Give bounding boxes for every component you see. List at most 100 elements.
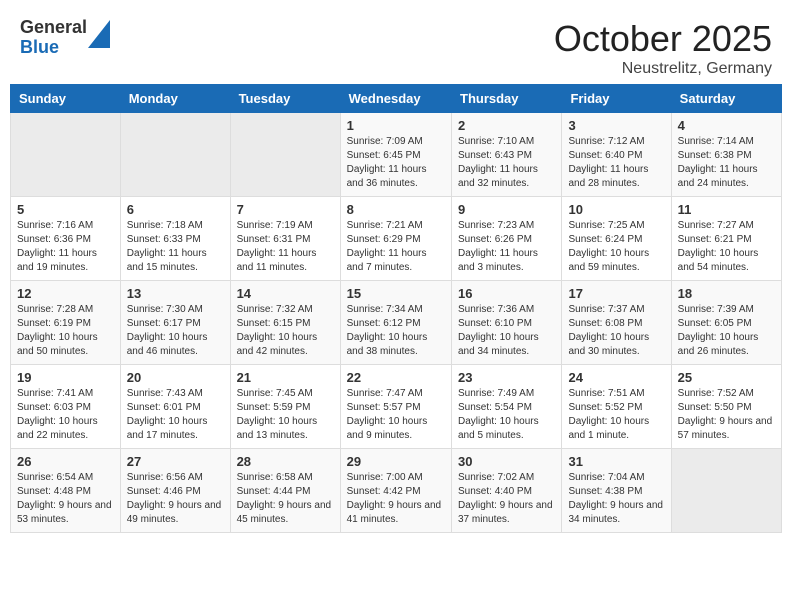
day-number: 5 bbox=[17, 202, 114, 217]
day-number: 26 bbox=[17, 454, 114, 469]
day-number: 24 bbox=[568, 370, 664, 385]
day-number: 11 bbox=[678, 202, 775, 217]
day-info: Sunrise: 7:25 AMSunset: 6:24 PMDaylight:… bbox=[568, 219, 664, 275]
day-info: Sunrise: 7:32 AMSunset: 6:15 PMDaylight:… bbox=[237, 303, 334, 359]
calendar-day-cell: 19 Sunrise: 7:41 AMSunset: 6:03 PMDayligh… bbox=[11, 365, 121, 449]
day-info: Sunrise: 7:45 AMSunset: 5:59 PMDaylight:… bbox=[237, 387, 334, 443]
day-number: 19 bbox=[17, 370, 114, 385]
day-info: Sunrise: 7:28 AMSunset: 6:19 PMDaylight:… bbox=[17, 303, 114, 359]
day-info: Sunrise: 7:18 AMSunset: 6:33 PMDaylight:… bbox=[127, 219, 224, 275]
day-info: Sunrise: 7:47 AMSunset: 5:57 PMDaylight:… bbox=[347, 387, 445, 443]
day-info: Sunrise: 7:00 AMSunset: 4:42 PMDaylight:… bbox=[347, 471, 445, 527]
day-number: 6 bbox=[127, 202, 224, 217]
day-info: Sunrise: 7:34 AMSunset: 6:12 PMDaylight:… bbox=[347, 303, 445, 359]
calendar-day-cell: 23Sunrise: 7:49 AMSunset: 5:54 PMDayligh… bbox=[452, 365, 562, 449]
day-info: Sunrise: 7:41 AMSunset: 6:03 PMDaylight:… bbox=[17, 387, 114, 443]
day-number: 7 bbox=[237, 202, 334, 217]
calendar-day-cell: 5Sunrise: 7:16 AMSunset: 6:36 PMDaylight… bbox=[11, 197, 121, 281]
day-number: 3 bbox=[568, 118, 664, 133]
day-number: 31 bbox=[568, 454, 664, 469]
calendar-day-cell: 12 Sunrise: 7:28 AMSunset: 6:19 PMDayligh… bbox=[11, 281, 121, 365]
calendar-week-row: 26Sunrise: 6:54 AMSunset: 4:48 PMDayligh… bbox=[11, 449, 782, 533]
day-info: Sunrise: 7:19 AMSunset: 6:31 PMDaylight:… bbox=[237, 219, 334, 275]
weekday-header: Saturday bbox=[671, 85, 781, 113]
day-number: 30 bbox=[458, 454, 555, 469]
calendar-day-cell: 21 Sunrise: 7:45 AMSunset: 5:59 PMDayligh… bbox=[230, 365, 340, 449]
calendar-day-cell: 20Sunrise: 7:43 AMSunset: 6:01 PMDayligh… bbox=[120, 365, 230, 449]
day-number: 14 bbox=[237, 286, 334, 301]
calendar-day-cell bbox=[11, 113, 121, 197]
day-info: Sunrise: 6:58 AMSunset: 4:44 PMDaylight:… bbox=[237, 471, 334, 527]
calendar-day-cell: 8 Sunrise: 7:21 AMSunset: 6:29 PMDaylight… bbox=[340, 197, 451, 281]
day-number: 16 bbox=[458, 286, 555, 301]
day-info: Sunrise: 7:27 AMSunset: 6:21 PMDaylight:… bbox=[678, 219, 775, 275]
weekday-header: Thursday bbox=[452, 85, 562, 113]
calendar-day-cell: 10 Sunrise: 7:25 AMSunset: 6:24 PMDayligh… bbox=[562, 197, 671, 281]
calendar-day-cell: 11 Sunrise: 7:27 AMSunset: 6:21 PMDayligh… bbox=[671, 197, 781, 281]
weekday-header: Tuesday bbox=[230, 85, 340, 113]
calendar-day-cell: 22 Sunrise: 7:47 AMSunset: 5:57 PMDayligh… bbox=[340, 365, 451, 449]
logo: General Blue bbox=[20, 18, 110, 58]
day-number: 4 bbox=[678, 118, 775, 133]
calendar-day-cell: 24 Sunrise: 7:51 AMSunset: 5:52 PMDayligh… bbox=[562, 365, 671, 449]
day-number: 10 bbox=[568, 202, 664, 217]
day-number: 2 bbox=[458, 118, 555, 133]
calendar-day-cell: 28 Sunrise: 6:58 AMSunset: 4:44 PMDayligh… bbox=[230, 449, 340, 533]
month-title: October 2025 bbox=[554, 18, 772, 60]
calendar-day-cell bbox=[230, 113, 340, 197]
calendar-day-cell: 26Sunrise: 6:54 AMSunset: 4:48 PMDayligh… bbox=[11, 449, 121, 533]
day-info: Sunrise: 7:51 AMSunset: 5:52 PMDaylight:… bbox=[568, 387, 664, 443]
calendar-day-cell: 29 Sunrise: 7:00 AMSunset: 4:42 PMDayligh… bbox=[340, 449, 451, 533]
calendar-day-cell: 1Sunrise: 7:09 AMSunset: 6:45 PMDaylight… bbox=[340, 113, 451, 197]
day-info: Sunrise: 7:14 AMSunset: 6:38 PMDaylight:… bbox=[678, 135, 775, 191]
day-info: Sunrise: 7:37 AMSunset: 6:08 PMDaylight:… bbox=[568, 303, 664, 359]
calendar-day-cell bbox=[120, 113, 230, 197]
calendar-day-cell: 9Sunrise: 7:23 AMSunset: 6:26 PMDaylight… bbox=[452, 197, 562, 281]
calendar-day-cell: 30 Sunrise: 7:02 AMSunset: 4:40 PMDayligh… bbox=[452, 449, 562, 533]
day-info: Sunrise: 7:30 AMSunset: 6:17 PMDaylight:… bbox=[127, 303, 224, 359]
day-number: 29 bbox=[347, 454, 445, 469]
day-number: 8 bbox=[347, 202, 445, 217]
day-number: 18 bbox=[678, 286, 775, 301]
day-info: Sunrise: 7:43 AMSunset: 6:01 PMDaylight:… bbox=[127, 387, 224, 443]
calendar-day-cell: 14 Sunrise: 7:32 AMSunset: 6:15 PMDayligh… bbox=[230, 281, 340, 365]
day-number: 22 bbox=[347, 370, 445, 385]
day-info: Sunrise: 6:56 AMSunset: 4:46 PMDaylight:… bbox=[127, 471, 224, 527]
day-number: 17 bbox=[568, 286, 664, 301]
calendar-table: SundayMondayTuesdayWednesdayThursdayFrid… bbox=[10, 84, 782, 533]
calendar-week-row: 5Sunrise: 7:16 AMSunset: 6:36 PMDaylight… bbox=[11, 197, 782, 281]
logo-blue: Blue bbox=[20, 38, 87, 58]
calendar-day-cell: 7 Sunrise: 7:19 AMSunset: 6:31 PMDaylight… bbox=[230, 197, 340, 281]
day-info: Sunrise: 7:12 AMSunset: 6:40 PMDaylight:… bbox=[568, 135, 664, 191]
calendar-day-cell: 31 Sunrise: 7:04 AMSunset: 4:38 PMDayligh… bbox=[562, 449, 671, 533]
day-number: 23 bbox=[458, 370, 555, 385]
day-info: Sunrise: 7:21 AMSunset: 6:29 PMDaylight:… bbox=[347, 219, 445, 275]
day-info: Sunrise: 7:09 AMSunset: 6:45 PMDaylight:… bbox=[347, 135, 445, 191]
calendar-header-row: SundayMondayTuesdayWednesdayThursdayFrid… bbox=[11, 85, 782, 113]
day-number: 13 bbox=[127, 286, 224, 301]
day-info: Sunrise: 7:02 AMSunset: 4:40 PMDaylight:… bbox=[458, 471, 555, 527]
day-info: Sunrise: 7:36 AMSunset: 6:10 PMDaylight:… bbox=[458, 303, 555, 359]
calendar-day-cell: 15 Sunrise: 7:34 AMSunset: 6:12 PMDayligh… bbox=[340, 281, 451, 365]
day-number: 12 bbox=[17, 286, 114, 301]
day-info: Sunrise: 7:04 AMSunset: 4:38 PMDaylight:… bbox=[568, 471, 664, 527]
calendar-day-cell: 16 Sunrise: 7:36 AMSunset: 6:10 PMDayligh… bbox=[452, 281, 562, 365]
logo-triangle-icon bbox=[88, 20, 110, 48]
weekday-header: Friday bbox=[562, 85, 671, 113]
page-header: General Blue October 2025 Neustrelitz, G… bbox=[10, 10, 782, 84]
day-number: 27 bbox=[127, 454, 224, 469]
day-info: Sunrise: 7:23 AMSunset: 6:26 PMDaylight:… bbox=[458, 219, 555, 275]
title-block: October 2025 Neustrelitz, Germany bbox=[554, 18, 772, 78]
day-number: 21 bbox=[237, 370, 334, 385]
day-number: 28 bbox=[237, 454, 334, 469]
calendar-day-cell: 18Sunrise: 7:39 AMSunset: 6:05 PMDayligh… bbox=[671, 281, 781, 365]
day-number: 15 bbox=[347, 286, 445, 301]
calendar-week-row: 12 Sunrise: 7:28 AMSunset: 6:19 PMDayligh… bbox=[11, 281, 782, 365]
location: Neustrelitz, Germany bbox=[554, 60, 772, 78]
calendar-day-cell: 13 Sunrise: 7:30 AMSunset: 6:17 PMDayligh… bbox=[120, 281, 230, 365]
calendar-day-cell: 4 Sunrise: 7:14 AMSunset: 6:38 PMDaylight… bbox=[671, 113, 781, 197]
calendar-day-cell: 27 Sunrise: 6:56 AMSunset: 4:46 PMDayligh… bbox=[120, 449, 230, 533]
calendar-day-cell: 3 Sunrise: 7:12 AMSunset: 6:40 PMDaylight… bbox=[562, 113, 671, 197]
logo-general: General bbox=[20, 18, 87, 38]
calendar-day-cell bbox=[671, 449, 781, 533]
